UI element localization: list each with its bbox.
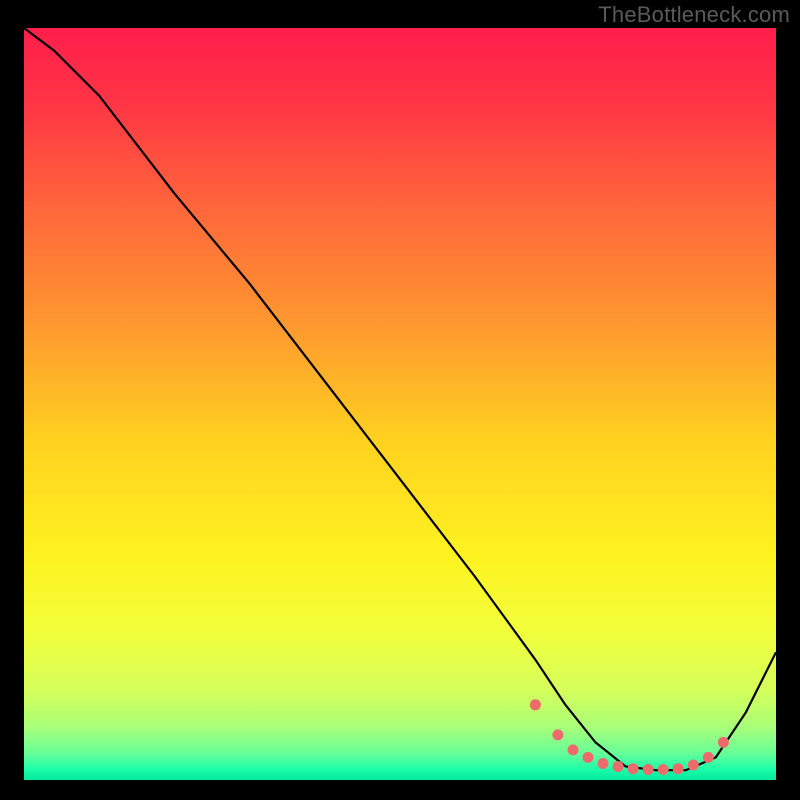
watermark-text: TheBottleneck.com <box>598 2 790 28</box>
marker-dot <box>568 744 579 755</box>
marker-dot <box>552 729 563 740</box>
gradient-background <box>24 28 776 780</box>
chart-frame: TheBottleneck.com <box>0 0 800 800</box>
marker-dot <box>673 763 684 774</box>
marker-dot <box>688 760 699 771</box>
chart-svg <box>24 28 776 780</box>
marker-dot <box>583 752 594 763</box>
marker-dot <box>530 699 541 710</box>
marker-dot <box>628 763 639 774</box>
marker-dot <box>703 752 714 763</box>
marker-dot <box>613 761 624 772</box>
marker-dot <box>598 758 609 769</box>
marker-dot <box>658 764 669 775</box>
plot-area <box>24 28 776 780</box>
marker-dot <box>718 737 729 748</box>
marker-dot <box>643 764 654 775</box>
